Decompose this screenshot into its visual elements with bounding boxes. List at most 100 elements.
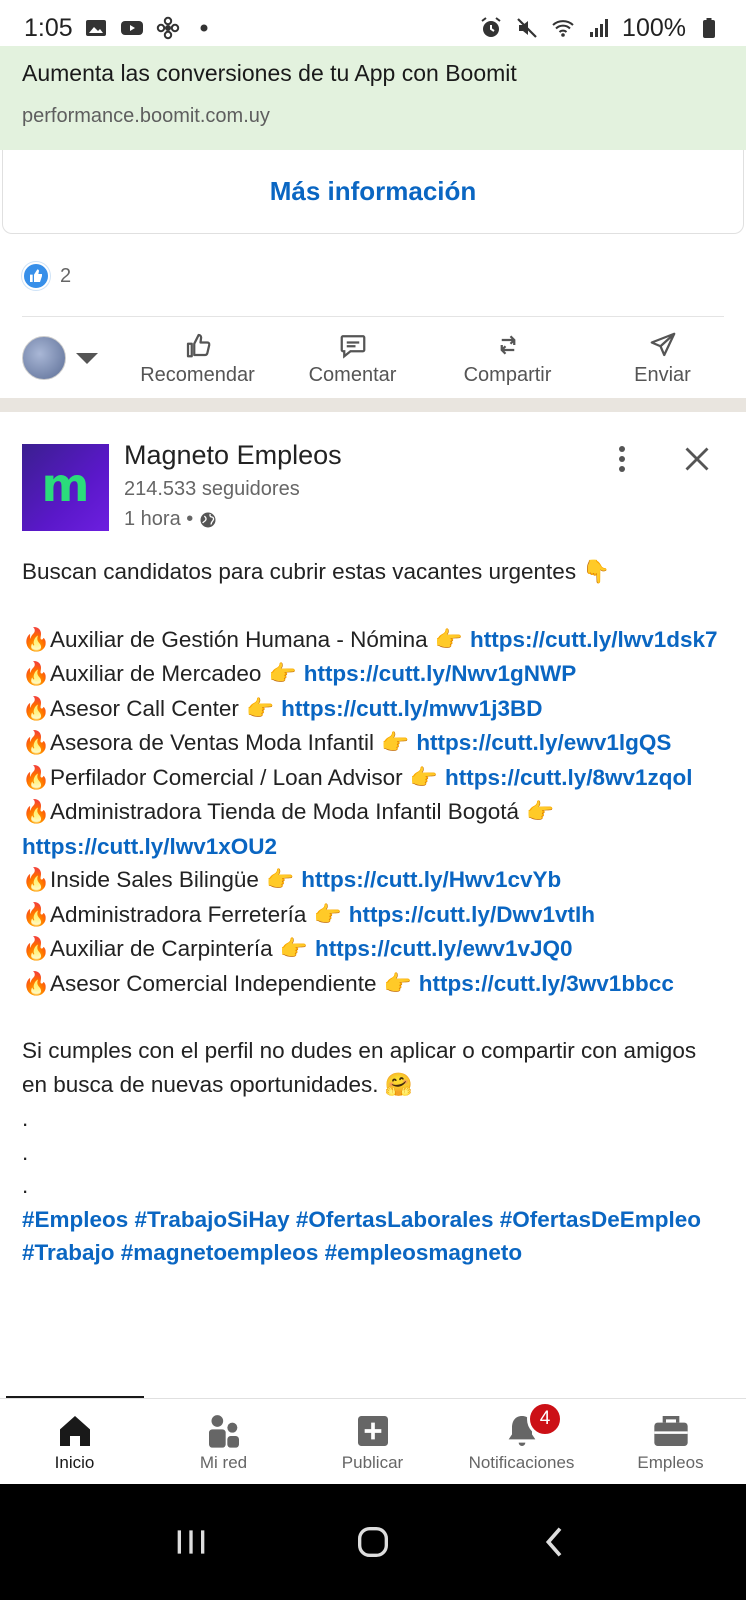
globe-icon bbox=[199, 511, 217, 529]
pointing-right-emoji-icon: 👉 bbox=[519, 799, 555, 825]
post-time: 1 hora • bbox=[124, 508, 194, 530]
fire-emoji-icon: 🔥 bbox=[22, 661, 51, 687]
job-item: 🔥Asesor Comercial Independiente 👉 https:… bbox=[22, 967, 722, 1002]
battery-text: 100% bbox=[622, 13, 686, 42]
send-button[interactable]: Enviar bbox=[585, 330, 740, 387]
post-intro: Buscan candidatos para cubrir estas vaca… bbox=[22, 559, 611, 585]
image-icon bbox=[83, 15, 109, 41]
nav-network-label: Mi red bbox=[199, 1452, 248, 1472]
pointing-right-emoji-icon: 👉 bbox=[238, 695, 282, 722]
social-action-bar: Recomendar Comentar Compartir Enviar bbox=[0, 320, 746, 396]
pointing-right-emoji-icon: 👉 bbox=[258, 867, 302, 893]
job-link[interactable]: https://cutt.ly/ewv1lgQS bbox=[416, 730, 671, 755]
mute-icon bbox=[514, 15, 540, 41]
job-item: 🔥Auxiliar de Gestión Humana - Nómina 👉 h… bbox=[22, 623, 722, 658]
send-label: Enviar bbox=[634, 363, 691, 386]
job-link[interactable]: https://cutt.ly/Nwv1gNWP bbox=[304, 661, 577, 686]
like-icon bbox=[22, 262, 50, 290]
dot-line: . bbox=[22, 1106, 29, 1131]
job-link[interactable]: https://cutt.ly/lwv1dsk7 bbox=[470, 627, 718, 652]
actor-switcher[interactable] bbox=[0, 336, 120, 380]
fan-icon bbox=[155, 15, 181, 41]
fire-emoji-icon: 🔥 bbox=[22, 626, 51, 653]
job-item: 🔥Inside Sales Bilingüe 👉 https://cutt.ly… bbox=[22, 863, 722, 898]
job-title: Inside Sales Bilingüe bbox=[50, 867, 259, 892]
pointing-right-emoji-icon: 👉 bbox=[402, 764, 446, 791]
job-link[interactable]: https://cutt.ly/mwv1j3BD bbox=[281, 696, 542, 721]
youtube-icon bbox=[119, 15, 145, 41]
hashtags[interactable]: #Empleos #TrabajoSiHay #OfertasLaborales… bbox=[22, 1203, 722, 1270]
fire-emoji-icon: 🔥 bbox=[22, 970, 51, 997]
nav-post[interactable]: Publicar bbox=[298, 1399, 447, 1484]
job-link[interactable]: https://cutt.ly/ewv1vJQ0 bbox=[315, 936, 573, 961]
job-item: 🔥Auxiliar de Mercadeo 👉 https://cutt.ly/… bbox=[22, 657, 722, 692]
pointing-right-emoji-icon: 👉 bbox=[376, 970, 419, 997]
nav-notifications[interactable]: 4 Notificaciones bbox=[447, 1399, 596, 1484]
comment-icon bbox=[340, 334, 365, 359]
alarm-icon bbox=[478, 15, 504, 41]
more-vertical-icon[interactable] bbox=[612, 444, 632, 474]
fire-emoji-icon: 🔥 bbox=[22, 730, 51, 756]
pointing-right-emoji-icon: 👉 bbox=[373, 730, 417, 756]
fire-emoji-icon: 🔥 bbox=[22, 901, 51, 928]
company-logo[interactable]: m bbox=[22, 444, 109, 531]
company-name[interactable]: Magneto Empleos bbox=[124, 440, 342, 471]
fire-emoji-icon: 🔥 bbox=[22, 764, 51, 791]
pointing-right-emoji-icon: 👉 bbox=[272, 936, 315, 962]
dot-line: . bbox=[22, 1139, 29, 1165]
briefcase-icon bbox=[653, 1415, 688, 1446]
post-outro: Si cumples con el perfil no dudes en apl… bbox=[22, 1038, 697, 1098]
nav-network[interactable]: Mi red bbox=[149, 1399, 298, 1484]
job-item: 🔥Perfilador Comercial / Loan Advisor 👉 h… bbox=[22, 761, 722, 796]
nav-jobs-label: Empleos bbox=[637, 1452, 704, 1472]
thumbs-up-icon bbox=[186, 333, 210, 357]
pointing-right-emoji-icon: 👉 bbox=[306, 901, 349, 928]
system-nav-bar bbox=[0, 1484, 746, 1600]
chevron-down-icon bbox=[76, 352, 98, 364]
post-body: Buscan candidatos para cubrir estas vaca… bbox=[22, 555, 722, 1270]
share-button[interactable]: Compartir bbox=[430, 330, 585, 387]
plus-square-icon bbox=[357, 1415, 388, 1446]
followers-count: 214.533 seguidores bbox=[124, 478, 300, 500]
pointing-right-emoji-icon: 👉 bbox=[261, 661, 304, 687]
reactions-summary[interactable]: 2 bbox=[22, 262, 71, 290]
pointing-right-emoji-icon: 👉 bbox=[427, 626, 471, 653]
job-link[interactable]: https://cutt.ly/3wv1bbcc bbox=[419, 971, 674, 996]
job-title: Perfilador Comercial / Loan Advisor bbox=[50, 764, 403, 790]
more-info-button[interactable]: Más información bbox=[2, 150, 744, 234]
jobs-list: 🔥Auxiliar de Gestión Humana - Nómina 👉 h… bbox=[22, 623, 722, 1002]
send-icon bbox=[650, 332, 675, 356]
job-link[interactable]: https://cutt.ly/8wv1zqol bbox=[445, 765, 693, 790]
job-link[interactable]: https://cutt.ly/Dwv1vtIh bbox=[349, 902, 595, 927]
comment-button[interactable]: Comentar bbox=[275, 330, 430, 387]
job-link[interactable]: https://cutt.ly/lwv1xOU2 bbox=[22, 834, 277, 859]
job-title: Administradora Tienda de Moda Infantil B… bbox=[50, 799, 520, 824]
nav-home[interactable]: Inicio bbox=[0, 1399, 149, 1484]
nav-post-label: Publicar bbox=[341, 1452, 404, 1472]
hugging-face-emoji-icon: 🤗 bbox=[384, 1071, 413, 1098]
job-item: 🔥Administradora Tienda de Moda Infantil … bbox=[22, 795, 722, 863]
recommend-button[interactable]: Recomendar bbox=[120, 330, 275, 387]
recent-apps-icon[interactable] bbox=[171, 1522, 211, 1562]
job-link[interactable]: https://cutt.ly/Hwv1cvYb bbox=[301, 867, 561, 892]
logo-letter: m bbox=[41, 457, 90, 512]
ad-banner[interactable]: Aumenta las conversiones de tu App con B… bbox=[0, 46, 746, 150]
notifications-badge: 4 bbox=[527, 1401, 563, 1437]
home-icon bbox=[59, 1415, 90, 1446]
post-header: m Magneto Empleos 214.533 seguidores 1 h… bbox=[22, 440, 724, 534]
home-button-icon[interactable] bbox=[353, 1522, 393, 1562]
fire-emoji-icon: 🔥 bbox=[22, 695, 51, 722]
close-icon[interactable] bbox=[682, 444, 712, 474]
pointing-down-emoji-icon: 👇 bbox=[582, 559, 611, 585]
job-title: Auxiliar de Gestión Humana - Nómina bbox=[50, 626, 428, 652]
back-icon[interactable] bbox=[535, 1522, 575, 1562]
recommend-label: Recomendar bbox=[140, 363, 255, 386]
nav-jobs[interactable]: Empleos bbox=[596, 1399, 745, 1484]
fire-emoji-icon: 🔥 bbox=[22, 936, 51, 962]
status-time: 1:05 bbox=[24, 13, 73, 42]
share-label: Compartir bbox=[463, 363, 552, 386]
feed-separator bbox=[0, 398, 746, 412]
job-title: Administradora Ferretería bbox=[50, 901, 307, 927]
network-icon bbox=[208, 1414, 239, 1448]
reaction-count: 2 bbox=[60, 264, 72, 287]
